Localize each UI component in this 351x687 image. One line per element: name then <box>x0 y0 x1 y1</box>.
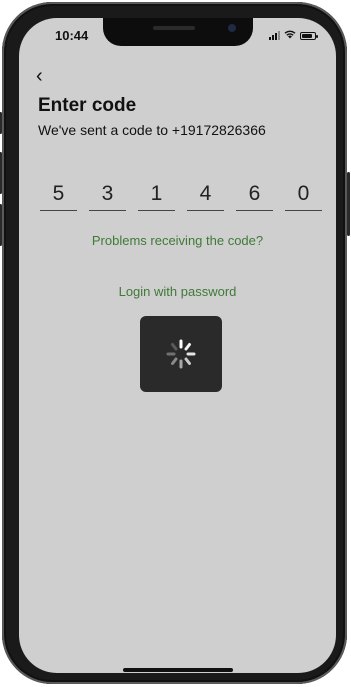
phone-frame: 10:44 ‹ Enter code We've sent a code to … <box>0 2 350 684</box>
battery-icon <box>300 31 318 40</box>
code-input-row <box>40 178 322 211</box>
power-button <box>347 172 350 236</box>
spinner-icon <box>166 339 196 369</box>
wifi-icon <box>284 30 296 41</box>
signal-icon <box>269 31 280 40</box>
chevron-left-icon: ‹ <box>36 65 43 87</box>
speaker <box>153 26 195 30</box>
status-time: 10:44 <box>55 28 89 43</box>
code-digit-5[interactable] <box>236 178 273 211</box>
code-digit-6[interactable] <box>285 178 322 211</box>
page-title: Enter code <box>38 95 137 116</box>
code-digit-4[interactable] <box>187 178 224 211</box>
status-icons <box>269 30 318 41</box>
camera-icon <box>228 24 236 32</box>
home-indicator[interactable] <box>123 668 233 672</box>
code-digit-3[interactable] <box>138 178 175 211</box>
problems-receiving-code-link[interactable]: Problems receiving the code? <box>19 233 336 248</box>
code-digit-2[interactable] <box>89 178 126 211</box>
page-subtitle: We've sent a code to +19172826366 <box>38 122 266 138</box>
login-with-password-link[interactable]: Login with password <box>19 284 336 299</box>
mute-switch <box>0 112 2 134</box>
volume-down-button <box>0 204 2 246</box>
loading-overlay <box>140 316 222 392</box>
notch <box>103 18 253 46</box>
battery-level <box>302 33 313 38</box>
code-digit-1[interactable] <box>40 178 77 211</box>
volume-up-button <box>0 152 2 194</box>
back-button[interactable]: ‹ <box>36 65 43 88</box>
screen: 10:44 ‹ Enter code We've sent a code to … <box>19 18 336 673</box>
